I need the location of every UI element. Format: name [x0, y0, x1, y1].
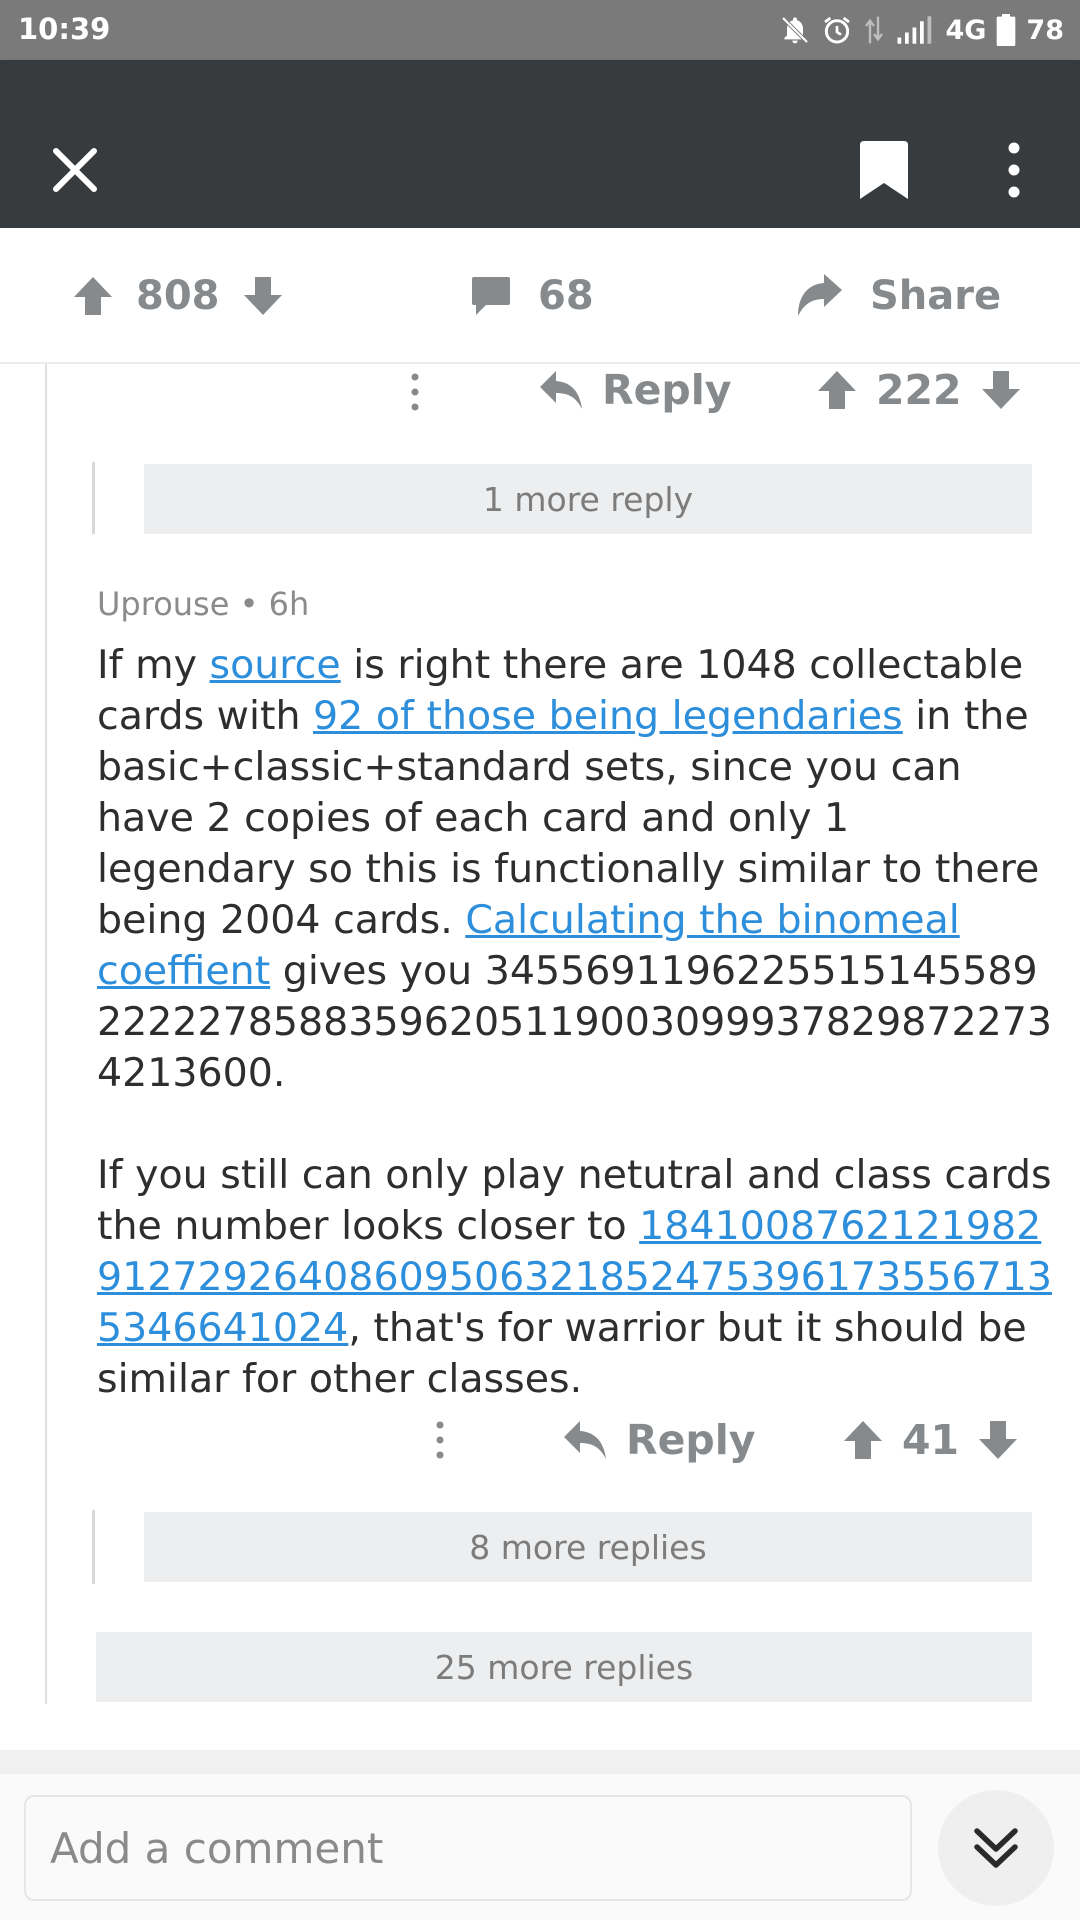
parent-vote-group: 222 — [816, 366, 1022, 414]
upvote-icon[interactable] — [842, 1419, 884, 1461]
bottom-separator — [0, 1750, 1080, 1774]
top-toolbar — [0, 60, 1080, 228]
battery-icon — [997, 14, 1016, 46]
comments-button[interactable]: 68 — [470, 228, 594, 364]
status-icons: 4G 78 — [779, 10, 1064, 50]
parent-comment-actions: Reply 222 — [0, 362, 1080, 422]
share-label: Share — [870, 273, 1002, 319]
data-transfer-icon — [865, 16, 884, 44]
thread-guide-line — [45, 364, 47, 1704]
downvote-icon[interactable] — [977, 1419, 1019, 1461]
share-button[interactable]: Share — [796, 228, 1001, 364]
comment-actions: Reply 41 — [0, 1410, 1080, 1470]
reply-label: Reply — [626, 1416, 756, 1464]
status-time: 10:39 — [18, 12, 111, 46]
downvote-icon[interactable] — [242, 275, 284, 317]
status-bar: 10:39 4G 78 — [0, 0, 1080, 60]
parent-more-replies-button[interactable]: 1 more reply — [144, 464, 1032, 534]
comment-body: If my source is right there are 1048 col… — [97, 640, 1057, 1456]
double-chevron-down-icon — [974, 1828, 1018, 1868]
comment-text: If my — [97, 642, 210, 688]
battery-level: 78 — [1026, 14, 1064, 46]
comment-meta: Uprouse • 6h — [97, 585, 309, 623]
reply-icon — [540, 371, 582, 409]
upvote-icon[interactable] — [72, 275, 114, 317]
notifications-off-icon — [782, 16, 809, 44]
more-options-button[interactable] — [1000, 142, 1028, 202]
post-vote-group: 808 — [72, 228, 284, 364]
parent-score: 222 — [876, 366, 962, 414]
comment-score: 41 — [902, 1416, 960, 1464]
upvote-icon[interactable] — [816, 369, 858, 411]
comment-bubble-icon — [472, 277, 510, 315]
source-link[interactable]: source — [210, 642, 341, 688]
reply-icon — [564, 1421, 606, 1459]
comment-count: 68 — [538, 273, 594, 319]
post-action-bar: 808 68 Share — [0, 228, 1080, 364]
add-comment-input[interactable]: Add a comment — [24, 1795, 912, 1901]
comment-vote-group: 41 — [842, 1416, 1019, 1464]
signal-icon — [897, 16, 932, 44]
bookmark-button[interactable] — [856, 139, 912, 205]
more-vertical-icon[interactable] — [405, 372, 425, 412]
more-replies-button[interactable]: 8 more replies — [144, 1512, 1032, 1582]
more-vertical-icon — [1008, 142, 1020, 198]
close-icon — [53, 148, 97, 192]
reply-thread-line — [92, 1510, 95, 1584]
thread-more-replies-button[interactable]: 25 more replies — [96, 1632, 1032, 1702]
post-score: 808 — [136, 273, 220, 319]
comment-age: 6h — [268, 585, 310, 623]
reply-button[interactable]: Reply — [562, 1416, 756, 1464]
bookmark-icon — [860, 141, 908, 199]
share-icon — [798, 274, 842, 316]
jump-next-button[interactable] — [938, 1790, 1054, 1906]
comment-paragraph: If you still can only play netutral and … — [97, 1150, 1057, 1405]
legendaries-link[interactable]: 92 of those being legendaries — [313, 693, 903, 739]
reply-thread-line — [92, 462, 95, 534]
network-type: 4G — [945, 14, 987, 46]
alarm-icon — [824, 16, 851, 44]
comment-paragraph: If my source is right there are 1048 col… — [97, 640, 1057, 1099]
more-vertical-icon[interactable] — [430, 1420, 450, 1460]
parent-reply-button[interactable]: Reply — [538, 366, 732, 414]
meta-separator: • — [239, 585, 259, 623]
comment-author[interactable]: Uprouse — [97, 585, 229, 623]
reply-label: Reply — [602, 366, 732, 414]
downvote-icon[interactable] — [980, 369, 1022, 411]
close-button[interactable] — [52, 147, 98, 197]
